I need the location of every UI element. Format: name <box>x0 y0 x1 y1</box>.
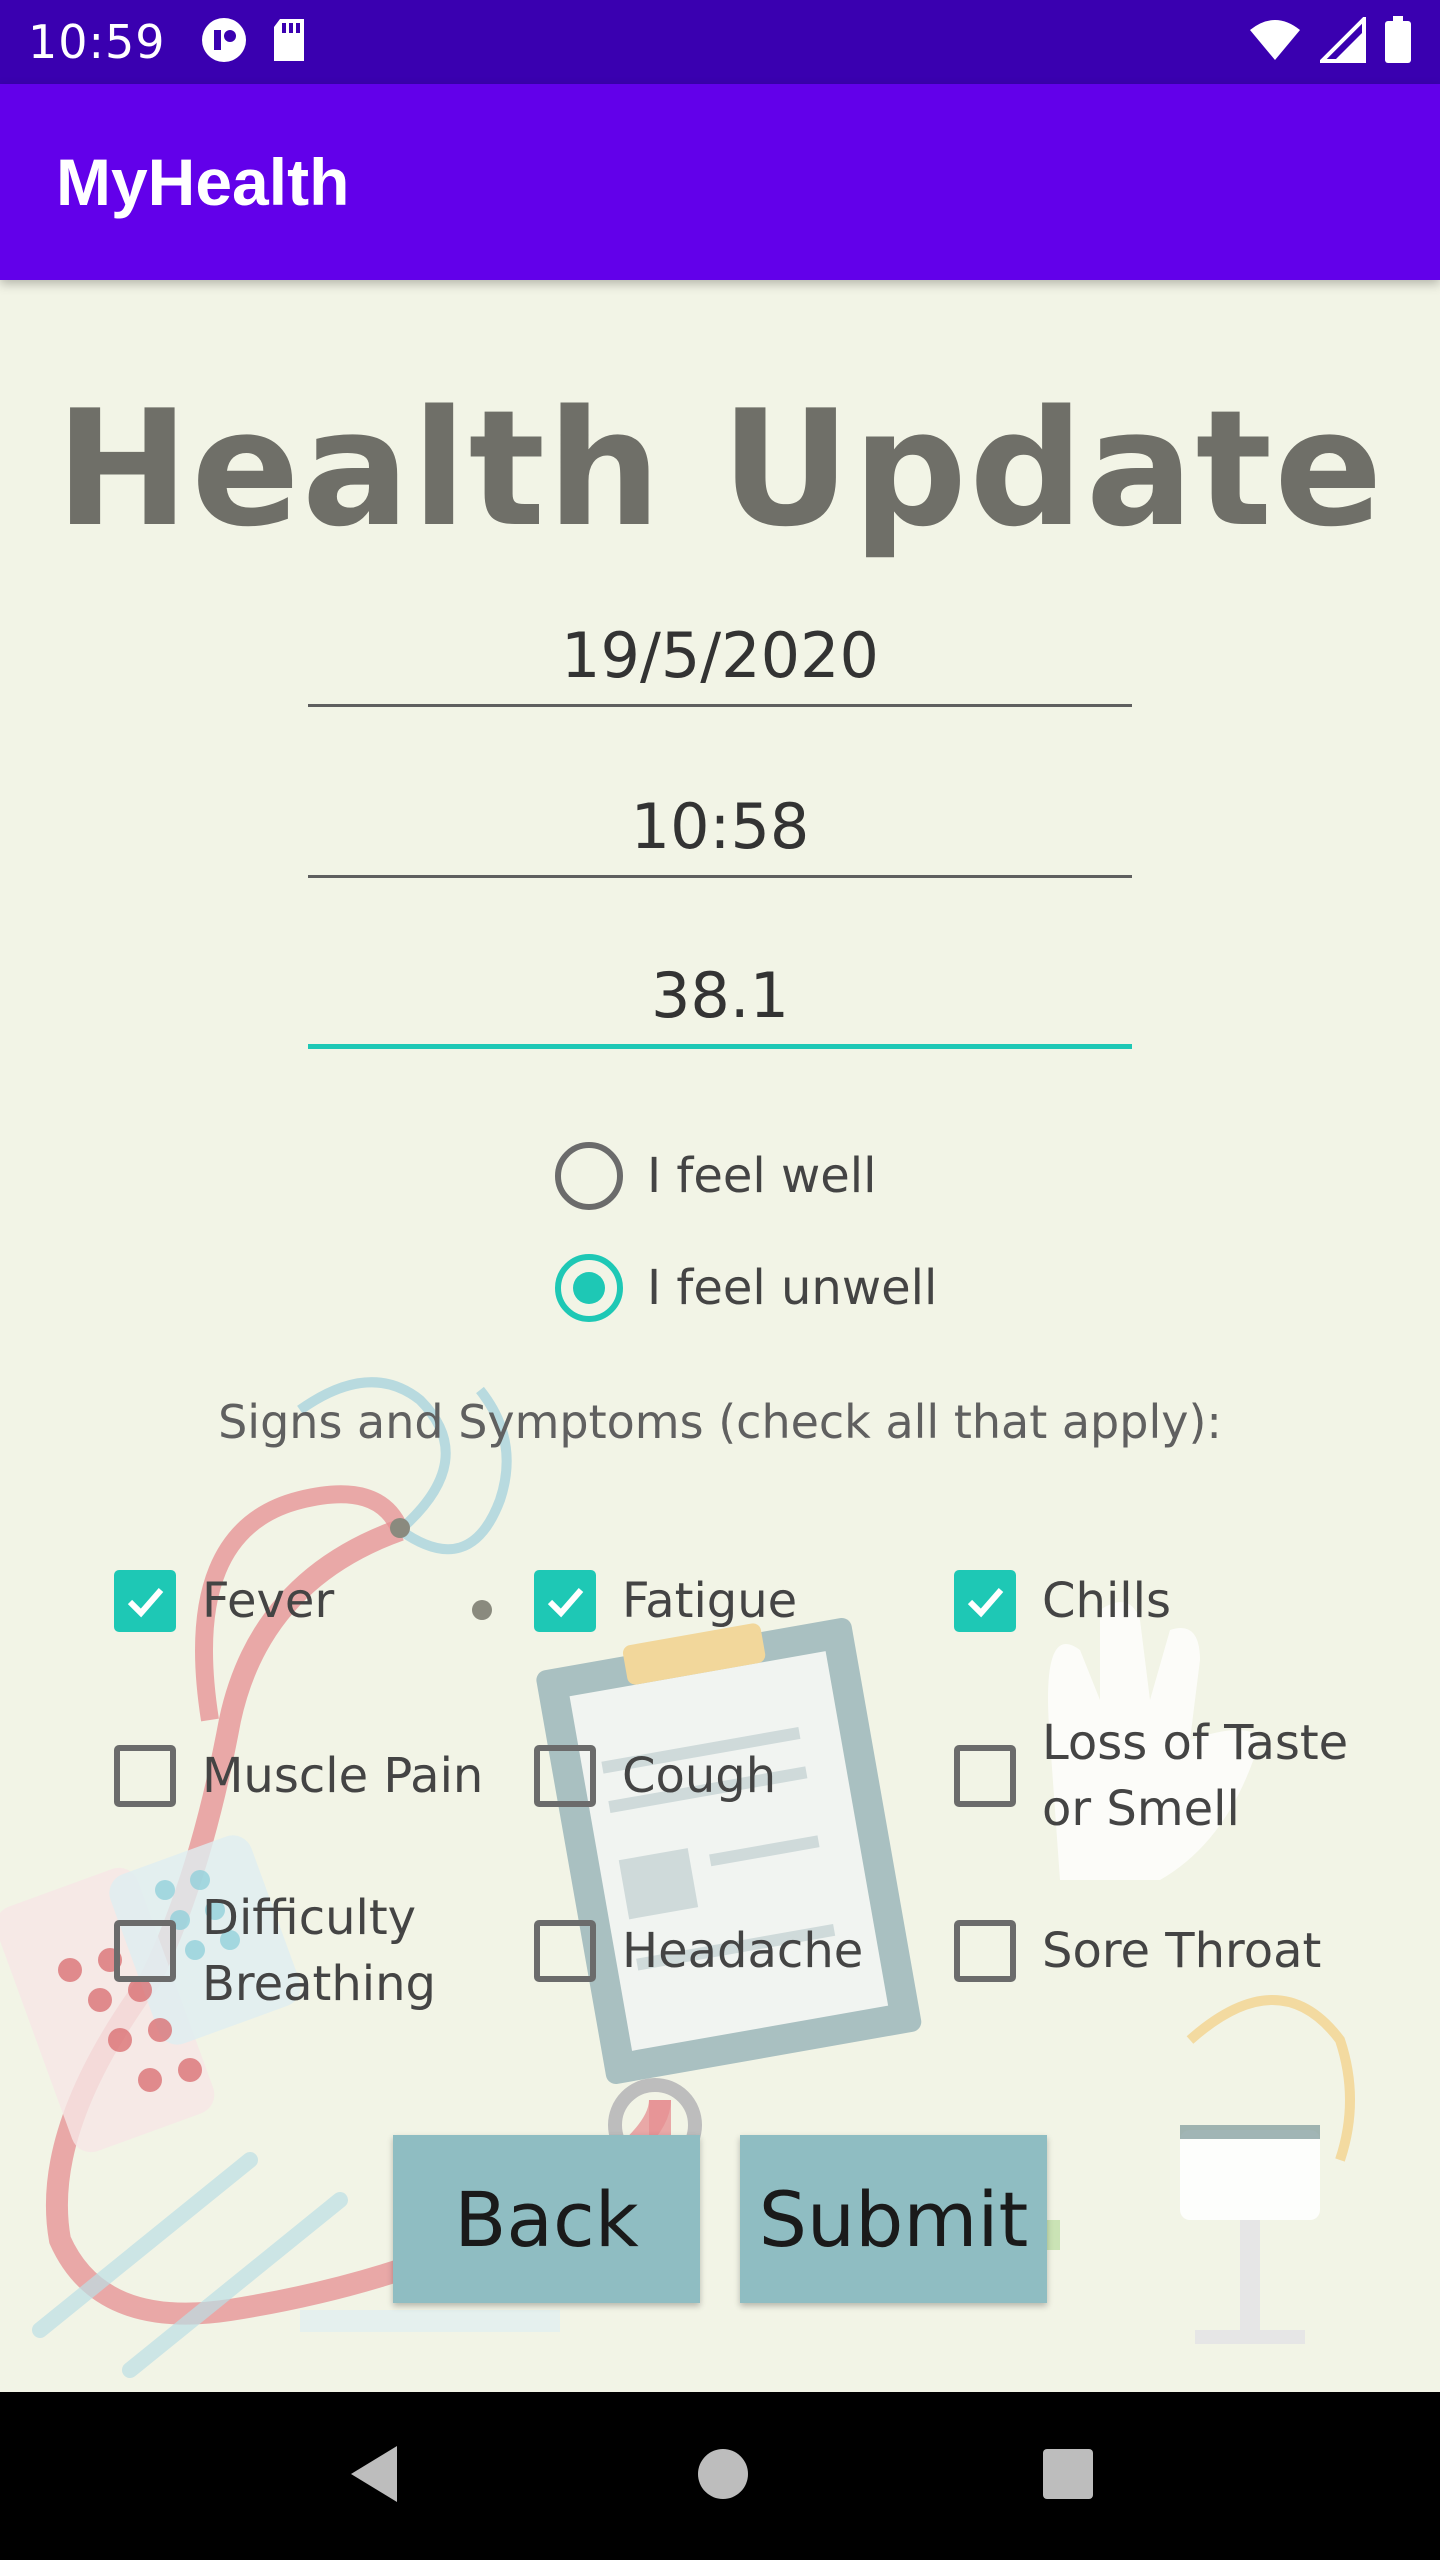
radio-button[interactable] <box>555 1142 623 1210</box>
radio-label: I feel well <box>647 1148 877 1204</box>
temperature-field[interactable]: 38.1 <box>308 955 1132 1049</box>
notification-icon <box>200 16 248 68</box>
health-update-form: Health Update 19/5/2020 10:58 38.1 I fee… <box>0 280 1440 2392</box>
temperature-value: 38.1 <box>650 959 790 1032</box>
checkbox[interactable] <box>534 1920 596 1982</box>
status-bar: 10:59 <box>0 0 1440 84</box>
checkbox[interactable] <box>534 1570 596 1632</box>
symptom-label: Headache <box>622 1923 864 1979</box>
symptom-cough[interactable]: Cough <box>534 1743 776 1809</box>
symptom-label: Muscle Pain <box>202 1748 484 1804</box>
battery-icon <box>1384 16 1412 68</box>
symptom-chills[interactable]: Chills <box>954 1568 1171 1634</box>
submit-button[interactable]: Submit <box>740 2135 1047 2303</box>
checkbox[interactable] <box>954 1745 1016 1807</box>
home-nav-icon[interactable] <box>695 2446 751 2506</box>
symptom-fatigue[interactable]: Fatigue <box>534 1568 797 1634</box>
time-value: 10:58 <box>630 790 810 863</box>
navigation-bar <box>0 2392 1440 2560</box>
back-nav-icon[interactable] <box>345 2442 405 2510</box>
time-field[interactable]: 10:58 <box>308 784 1132 878</box>
date-value: 19/5/2020 <box>561 619 879 692</box>
symptom-muscle-pain[interactable]: Muscle Pain <box>114 1743 483 1809</box>
checkbox[interactable] <box>954 1570 1016 1632</box>
date-field[interactable]: 19/5/2020 <box>308 613 1132 707</box>
checkbox[interactable] <box>534 1745 596 1807</box>
medical-background-illustration <box>0 1377 1355 2378</box>
recents-nav-icon[interactable] <box>1041 2447 1095 2505</box>
checkbox[interactable] <box>114 1570 176 1632</box>
symptom-label: Loss of Taste or Smell <box>1042 1715 1349 1837</box>
checkbox[interactable] <box>954 1920 1016 1982</box>
page-title: Health Update <box>55 375 1385 562</box>
radio-feel-unwell[interactable]: I feel unwell <box>555 1254 937 1322</box>
symptom-label: Fever <box>202 1573 335 1629</box>
signal-icon <box>1317 14 1366 67</box>
symptom-headache[interactable]: Headache <box>534 1918 863 1984</box>
wifi-icon <box>1248 18 1302 66</box>
symptom-label: Fatigue <box>622 1573 798 1629</box>
symptom-difficulty-breathing[interactable]: Difficulty Breathing <box>114 1885 474 2017</box>
back-button[interactable]: Back <box>393 2135 700 2303</box>
app-title: MyHealth <box>56 145 350 219</box>
radio-button[interactable] <box>555 1254 623 1322</box>
symptom-label: Sore Throat <box>1042 1923 1322 1979</box>
symptom-sore-throat[interactable]: Sore Throat <box>954 1918 1321 1984</box>
checkbox[interactable] <box>114 1920 176 1982</box>
sd-card-icon <box>270 17 308 67</box>
symptom-fever[interactable]: Fever <box>114 1568 334 1634</box>
symptom-label: Cough <box>622 1748 777 1804</box>
radio-label: I feel unwell <box>647 1260 938 1316</box>
status-time: 10:59 <box>28 15 166 69</box>
symptom-label: Difficulty Breathing <box>202 1890 437 2012</box>
app-bar: MyHealth <box>0 84 1440 280</box>
symptom-loss-of-taste-or-smell[interactable]: Loss of Taste or Smell <box>954 1710 1354 1842</box>
checkbox[interactable] <box>114 1745 176 1807</box>
symptom-label: Chills <box>1042 1573 1171 1629</box>
radio-feel-well[interactable]: I feel well <box>555 1142 876 1210</box>
symptoms-heading: Signs and Symptoms (check all that apply… <box>218 1395 1222 1449</box>
